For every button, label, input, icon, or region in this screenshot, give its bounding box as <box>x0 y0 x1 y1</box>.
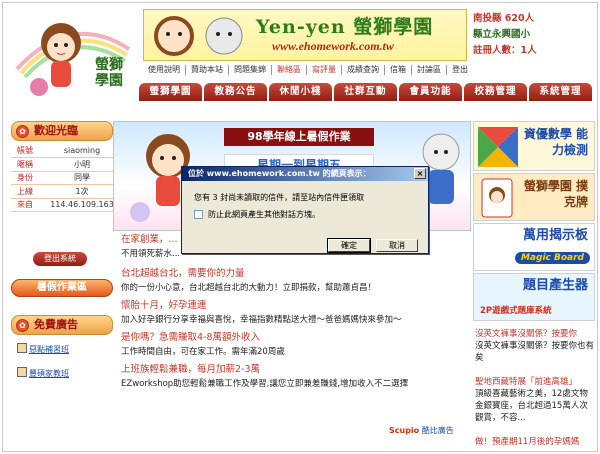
topnav-mailbox[interactable]: 信箱 <box>385 65 412 75</box>
tab-member[interactable]: 會員功能 <box>399 83 462 101</box>
ad-icon <box>17 367 27 377</box>
poker-cards-ad[interactable]: 螢獅學園 撲克牌 <box>473 173 595 221</box>
playing-card-icon <box>481 178 513 218</box>
topnav-contact[interactable]: 聯絡區 <box>272 65 307 75</box>
logo-text: 螢獅學園 <box>95 57 123 89</box>
free-ad-link[interactable]: 惡點補習班 <box>17 343 69 355</box>
ip-address: 114.46.109.163 <box>49 198 115 212</box>
tab-announcements[interactable]: 教務公告 <box>204 83 267 101</box>
scupio-ad-label[interactable]: Scupio 酷比廣告 <box>389 425 454 436</box>
site-url: www.ehomework.com.tw <box>272 39 394 53</box>
user-info-row: 暱稱 小明 <box>11 157 115 172</box>
news-list: 在家創業，... 不用領死薪水... 台北超越台北，需要你的力量 你的一份小心意… <box>121 231 471 393</box>
site-logo[interactable]: 螢獅學園 <box>11 9 135 103</box>
role: 同學 <box>49 171 115 185</box>
topnav-forum[interactable]: 討論區 <box>412 65 447 75</box>
right-ad-link[interactable]: 做！預產期11月後的孕媽媽 <box>475 435 595 447</box>
magic-board-ad[interactable]: 萬用揭示板 Magic Board <box>473 223 595 271</box>
user-info-row: 來自 114.46.109.163 <box>11 198 115 212</box>
alert-dialog: 位於 www.ehomework.com.tw 的網頁表示： × 您有 3 封尚… <box>181 166 429 254</box>
dialog-message: 您有 3 封尚未讀取的信件，請至站內信件匣領取 <box>194 193 365 202</box>
ad-icon <box>17 343 27 353</box>
tab-school-admin[interactable]: 校務管理 <box>464 83 527 101</box>
header-banner: Yen-yen 螢獅學園 www.ehomework.com.tw <box>143 9 467 61</box>
flower-icon: ✿ <box>16 125 29 138</box>
topnav-scores[interactable]: 成績查詢 <box>342 65 385 75</box>
logout-button[interactable]: 登出系統 <box>33 252 87 266</box>
school-name: 縣立永興國小 <box>473 29 531 40</box>
user-info-table: 帳號 siaoming 暱稱 小明 身份 同學 上線 1次 來自 114.46.109.1… <box>11 144 115 212</box>
page: 螢獅學園 Yen-yen 螢獅學園 www.ehomework.com.tw 南… <box>2 2 598 452</box>
list-item[interactable]: 是你嗎？急需賺取4-8萬額外收入 工作時間自由，可在家工作。需年滿20周歲 <box>121 329 471 357</box>
question-generator-ad[interactable]: 題目產生器 2P遊戲式題庫系統 <box>473 273 595 321</box>
dialog-titlebar[interactable]: 位於 www.ehomework.com.tw 的網頁表示： × <box>182 167 428 181</box>
tab-home[interactable]: 螢獅學園 <box>139 83 202 101</box>
tab-system-admin[interactable]: 系統管理 <box>529 83 592 101</box>
county-count: 南投縣 620人 <box>473 13 535 24</box>
math-test-ad[interactable]: 資優數學 能力檢測 <box>473 121 595 171</box>
nickname: 小明 <box>49 157 115 172</box>
summer-homework-button[interactable]: 暑假作業區 <box>11 279 113 297</box>
username: siaoming <box>49 144 115 158</box>
welcome-heading: ✿ 歡迎光臨 <box>11 121 113 141</box>
list-item[interactable]: 上班族輕鬆兼職，每月加薪2-3萬 EZworkshop助您輕鬆兼職工作及學習,讓… <box>121 361 471 389</box>
registered-count: 註冊人數：1人 <box>473 45 537 56</box>
topnav-sponsor[interactable]: 贊助本站 <box>186 65 229 75</box>
ok-button[interactable]: 確定 <box>327 238 371 253</box>
school-stats: 南投縣 620人 縣立永興國小 註冊人數：1人 <box>473 11 597 59</box>
main-nav: 螢獅學園 教務公告 休閒小棧 社群互動 會員功能 校務管理 系統管理 <box>139 83 597 101</box>
checkbox-icon[interactable] <box>194 210 203 219</box>
right-ad-link[interactable]: 沒英文褲事沒關係？按要你 沒英文褲事沒關係？按要你也有矣 <box>475 327 595 363</box>
topnav-logout[interactable]: 登出 <box>447 65 473 75</box>
tangram-icon <box>478 127 518 167</box>
user-info-row: 上線 1次 <box>11 184 115 199</box>
topnav-quiz[interactable]: 寫評量 <box>307 65 342 75</box>
list-item[interactable]: 懷胎十月，好孕連連 加入好孕銀行分享幸福與喜悅，幸福指數精點送大禮～爸爸媽媽快來… <box>121 297 471 325</box>
site-title: Yen-yen 螢獅學園 <box>256 16 434 38</box>
tab-community[interactable]: 社群互動 <box>334 83 397 101</box>
right-ad-link[interactable]: 聖地西藏特展「前進高雄」 頂級喜藏藝術之美，12處文物金銀寶座，台北超過15萬人… <box>475 375 595 423</box>
list-item[interactable]: 台北超越台北，需要你的力量 你的一份小心意，台北超越台北的大動力！立即捐款，幫助… <box>121 265 471 293</box>
free-ad-link[interactable]: 豐碩家教班 <box>17 367 69 379</box>
top-nav: 使用說明 贊助本站 問題集錦 聯絡區 寫評量 成績查詢 信箱 討論區 登出 <box>143 63 597 77</box>
suppress-dialogs-checkbox[interactable]: 防止此網頁產生其他對話方塊。 <box>194 209 320 220</box>
tab-leisure[interactable]: 休閒小棧 <box>269 83 332 101</box>
banner-title: 98學年線上暑假作業 <box>224 128 374 146</box>
user-info-row: 帳號 siaoming <box>11 144 115 158</box>
cancel-button[interactable]: 取消 <box>376 239 418 252</box>
free-ads-heading: ✿ 免費廣告 <box>11 315 113 335</box>
topnav-faq[interactable]: 問題集錦 <box>229 65 272 75</box>
flower-icon: ✿ <box>16 319 29 332</box>
topnav-help[interactable]: 使用說明 <box>143 65 186 75</box>
user-info-row: 身份 同學 <box>11 171 115 185</box>
close-button[interactable]: × <box>414 168 426 179</box>
login-count: 1次 <box>49 184 115 199</box>
